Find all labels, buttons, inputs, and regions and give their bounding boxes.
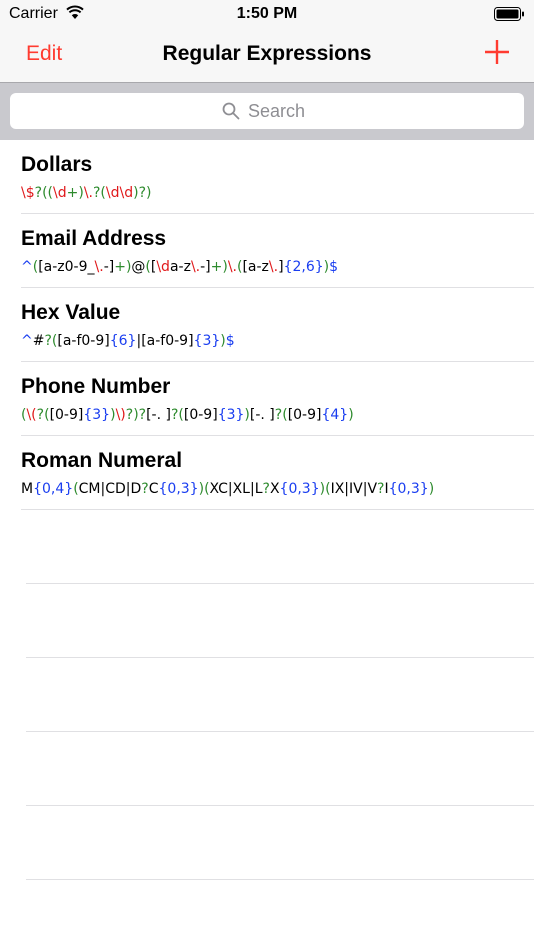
regex-token: @ (131, 259, 146, 275)
regex-token: [-. ] (249, 407, 275, 423)
regex-title: Phone Number (21, 375, 171, 398)
regex-pattern: ^([a-z0-9_\.-]+)@([\da-z\.-]+)\.([a-z\.]… (21, 259, 338, 275)
regex-token: ? (36, 407, 45, 423)
regex-row-roman-numeral[interactable]: Roman Numeral M{0,4}(CM|CD|D?C{0,3})(XC|… (21, 436, 534, 510)
regex-token: \d (53, 185, 67, 201)
regex-token: \d (156, 259, 170, 275)
regex-token: $ (329, 259, 339, 275)
regex-token: \( (26, 407, 37, 423)
regex-token: [a-f0-9] (57, 333, 110, 349)
regex-token: XC|XL|L (209, 481, 263, 497)
regex-token: IX|IV|V (330, 481, 378, 497)
regex-token: \. (268, 259, 279, 275)
regex-token: + (210, 259, 223, 275)
regex-token: M (21, 481, 34, 497)
regex-token: + (114, 259, 126, 275)
regex-token: ) (348, 407, 354, 423)
regex-token: -] (200, 259, 211, 275)
empty-row (26, 510, 534, 584)
regex-token: C (148, 481, 159, 497)
search-bar (0, 83, 534, 140)
regex-token: {0,3} (279, 481, 320, 497)
regex-token: \. (83, 185, 93, 201)
regex-token: $ (225, 333, 235, 349)
regex-pattern: M{0,4}(CM|CD|D?C{0,3})(XC|XL|L?X{0,3})(I… (21, 481, 434, 497)
regex-token: -] (103, 259, 115, 275)
regex-pattern: (\(?([0-9]{3})\)?)?[-. ]?([0-9]{3})[-. ]… (21, 407, 354, 423)
regex-token: \) (115, 407, 126, 423)
regex-token: ? (262, 481, 270, 497)
regex-token: {0,3} (158, 481, 199, 497)
plus-icon (485, 40, 509, 64)
regex-token: \. (190, 259, 201, 275)
add-button[interactable] (484, 39, 510, 65)
regex-token: [a-z (242, 259, 269, 275)
regex-token: \$ (21, 185, 35, 201)
regex-token: ? (141, 481, 149, 497)
regex-row-email-address[interactable]: Email Address ^([a-z0-9_\.-]+)@([\da-z\.… (21, 214, 534, 288)
regex-title: Email Address (21, 227, 167, 250)
navigation-bar: Edit Regular Expressions (0, 30, 534, 82)
regex-pattern: \$?((\d+)\.?(\d\d)?) (21, 185, 151, 201)
regex-token: {0,4} (33, 481, 74, 497)
search-icon (222, 102, 240, 120)
regex-pattern: ^#?([a-f0-9]{6}|[a-f0-9]{3})$ (21, 333, 235, 349)
regex-token: \. (94, 259, 104, 275)
regex-row-dollars[interactable]: Dollars \$?((\d+)\.?(\d\d)?) (21, 140, 534, 214)
regex-token: [-. ] (146, 407, 171, 423)
page-title: Regular Expressions (162, 42, 372, 65)
search-input[interactable] (248, 100, 312, 122)
regex-token: {3} (193, 333, 221, 349)
status-bar: Carrier 1:50 PM (0, 0, 534, 30)
empty-row (26, 806, 534, 880)
regex-token: ) (146, 185, 152, 201)
regex-token: + (66, 185, 79, 201)
regex-token: ? (44, 333, 52, 349)
regex-token: [0-9] (49, 407, 84, 423)
regex-token: [0-9] (183, 407, 218, 423)
status-time: 1:50 PM (236, 5, 298, 22)
regex-token: {3} (217, 407, 245, 423)
regex-token: [a-z0-9_ (38, 259, 95, 275)
regex-token: [0-9] (287, 407, 322, 423)
regex-token: X (269, 481, 280, 497)
regex-row-hex-value[interactable]: Hex Value ^#?([a-f0-9]{6}|[a-f0-9]{3})$ (21, 288, 534, 362)
regex-title: Hex Value (21, 301, 121, 324)
regex-row-phone-number[interactable]: Phone Number (\(?([0-9]{3})\)?)?[-. ]?([… (21, 362, 534, 436)
regex-token: [a-f0-9] (141, 333, 194, 349)
regex-token: {6} (109, 333, 137, 349)
regex-token: ^ (21, 259, 33, 275)
empty-row (26, 584, 534, 658)
empty-row (26, 732, 534, 806)
regex-title: Roman Numeral (21, 449, 183, 472)
battery-icon (494, 7, 524, 21)
search-field[interactable] (10, 93, 524, 129)
regex-token: ? (138, 407, 147, 423)
regex-token: \. (227, 259, 237, 275)
regex-list: Dollars \$?((\d+)\.?(\d\d)?) Email Addre… (0, 140, 534, 880)
regex-token: ^ (21, 333, 33, 349)
regex-token: {4} (321, 407, 349, 423)
regex-token: \d\d (105, 185, 134, 201)
regex-token: ? (138, 185, 147, 201)
regex-token: # (32, 333, 45, 349)
regex-token: ) (428, 481, 435, 497)
regex-token: CM|CD|D (78, 481, 142, 497)
regex-token: {3} (83, 407, 111, 423)
regex-token: a-z (169, 259, 191, 275)
empty-row (26, 658, 534, 732)
regex-token: {2,6} (283, 259, 324, 275)
regex-token: ? (34, 185, 43, 201)
regex-token: {0,3} (388, 481, 429, 497)
regex-title: Dollars (21, 153, 93, 176)
